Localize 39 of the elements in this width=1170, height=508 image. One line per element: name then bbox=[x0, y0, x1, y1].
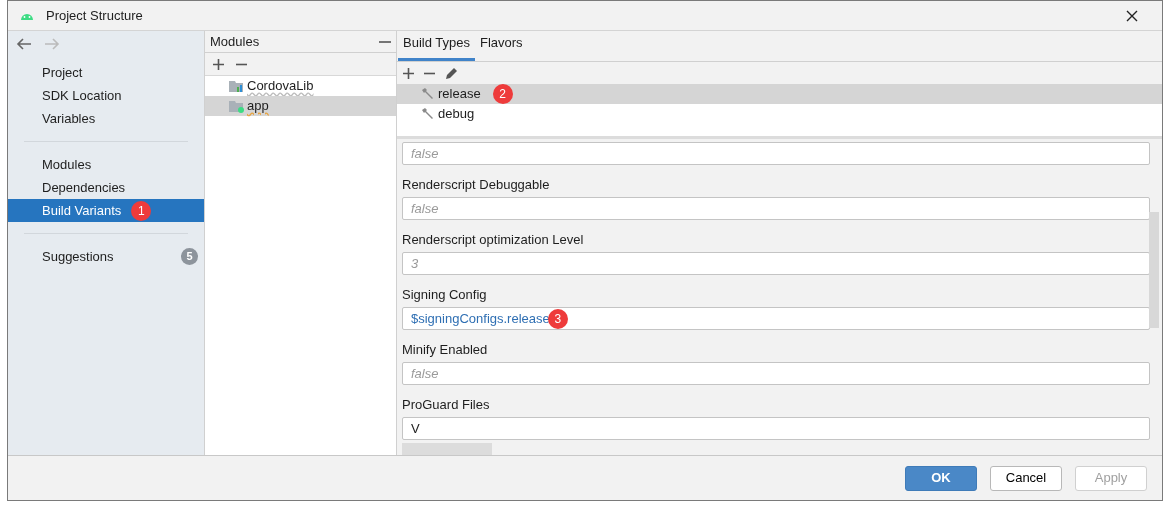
ok-button[interactable]: OK bbox=[905, 465, 977, 491]
annotation-badge: 1 bbox=[131, 200, 152, 221]
module-item[interactable]: CordovaLib bbox=[205, 76, 396, 96]
sidebar-item[interactable]: Build Variants 1 bbox=[8, 199, 204, 222]
hammer-icon bbox=[421, 88, 434, 100]
count-badge: 5 bbox=[181, 248, 198, 265]
build-type-item[interactable]: release 2 bbox=[397, 84, 1162, 104]
field-label: Renderscript optimization Level bbox=[402, 230, 585, 249]
add-icon[interactable] bbox=[213, 58, 224, 70]
minimize-icon[interactable] bbox=[379, 39, 391, 44]
field-label: Minify Enabled bbox=[402, 340, 489, 359]
sidebar-item[interactable]: Project bbox=[8, 61, 204, 84]
close-icon[interactable] bbox=[1126, 9, 1138, 22]
input-field[interactable]: $signingConfigs.release 3 bbox=[402, 307, 1150, 330]
module-folder-icon bbox=[229, 99, 245, 113]
field-label: ProGuard Files bbox=[402, 395, 491, 414]
scrollbar-thumb[interactable] bbox=[402, 443, 492, 455]
field-label: Renderscript Debuggable bbox=[402, 175, 551, 194]
tab[interactable]: Flavors bbox=[474, 32, 528, 61]
window-title: Project Structure bbox=[46, 6, 143, 25]
build-type-item[interactable]: debug bbox=[397, 104, 1162, 124]
tab[interactable]: Build Types bbox=[398, 32, 475, 61]
annotation-badge: 2 bbox=[492, 84, 513, 104]
back-arrow-icon[interactable] bbox=[16, 37, 32, 51]
library-folder-icon bbox=[229, 79, 245, 93]
sidebar-item[interactable]: Suggestions 5 bbox=[8, 245, 204, 268]
sidebar-item[interactable]: Modules bbox=[8, 153, 204, 176]
module-item[interactable]: app bbox=[205, 96, 396, 116]
pencil-icon[interactable] bbox=[445, 66, 458, 80]
dialog-button[interactable]: Cancel bbox=[990, 465, 1062, 491]
sidebar-item[interactable]: SDK Location bbox=[8, 84, 204, 107]
hammer-icon bbox=[421, 108, 434, 120]
sidebar-item[interactable]: Dependencies bbox=[8, 176, 204, 199]
scrollbar-thumb[interactable] bbox=[1149, 212, 1159, 328]
panel-title: Modules bbox=[210, 32, 260, 51]
sidebar-item[interactable]: Variables bbox=[8, 107, 204, 130]
add-icon[interactable] bbox=[403, 67, 414, 79]
input-field[interactable]: V bbox=[402, 417, 1150, 440]
field-label: Signing Config bbox=[402, 285, 488, 304]
